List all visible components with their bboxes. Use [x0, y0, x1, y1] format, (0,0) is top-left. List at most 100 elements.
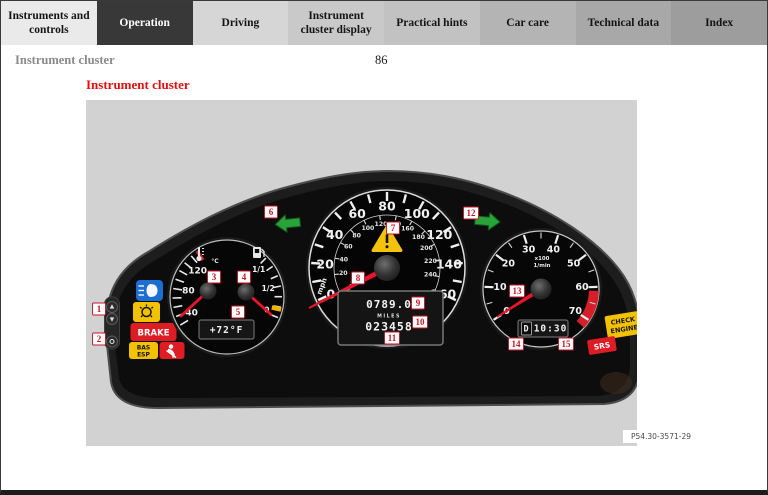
callout-12: 12 [464, 207, 479, 219]
svg-text:100: 100 [361, 225, 375, 232]
svg-text:40: 40 [339, 256, 348, 263]
callout-9: 9 [412, 297, 425, 309]
gear-indicator-value: D [523, 325, 529, 335]
callout-10: 10 [413, 316, 428, 328]
svg-text:12: 12 [467, 208, 477, 218]
page-title: Instrument cluster [86, 77, 190, 93]
svg-text:11: 11 [388, 333, 397, 343]
clock-gear-display: D 10:30 [518, 320, 568, 337]
svg-text:1: 1 [97, 304, 102, 314]
temp-fuel-gauge: 4080120 °C 01/21/1 +72 [167, 237, 287, 357]
svg-text:BRAKE: BRAKE [138, 329, 170, 339]
callout-2: 2 [93, 333, 106, 345]
callout-8: 8 [352, 272, 365, 284]
svg-text:180: 180 [412, 234, 426, 241]
tab-driving[interactable]: Driving [193, 1, 289, 45]
tab-instrument-cluster-display[interactable]: Instrument cluster display [288, 1, 384, 45]
callout-13: 13 [510, 285, 525, 297]
fuel-reserve-mark [272, 307, 281, 309]
tab-bar: Instruments and controls Operation Drivi… [1, 1, 767, 45]
svg-text:ESP: ESP [137, 352, 150, 359]
svg-text:40: 40 [547, 244, 561, 255]
svg-text:20: 20 [339, 270, 348, 277]
bas-esp-lamp: BAS ESP [129, 342, 158, 359]
tachometer: 010203040506070 x100 1/min D 10:30 [480, 228, 602, 350]
callout-5: 5 [232, 306, 245, 318]
svg-text:160: 160 [401, 226, 415, 233]
svg-text:120: 120 [426, 227, 452, 242]
callout-11: 11 [385, 332, 400, 344]
svg-text:7: 7 [391, 223, 396, 233]
cluster-svg: BRAKE BAS ESP 4080120 °C [86, 100, 637, 446]
seat-belt-lamp [160, 342, 185, 359]
tab-instruments-and-controls[interactable]: Instruments and controls [1, 1, 97, 45]
high-beam-icon [147, 284, 158, 297]
clock-set-button [107, 336, 118, 347]
svg-text:+72°F: +72°F [210, 325, 244, 336]
svg-text:30: 30 [522, 244, 536, 255]
callout-14: 14 [509, 338, 524, 350]
svg-text:220: 220 [424, 258, 438, 265]
svg-text:1/1: 1/1 [252, 265, 265, 274]
svg-text:120: 120 [188, 266, 207, 276]
svg-text:80: 80 [378, 199, 396, 214]
svg-text:80: 80 [352, 233, 361, 240]
svg-text:2: 2 [97, 334, 102, 344]
svg-text:15: 15 [562, 339, 572, 349]
callout-1: 1 [93, 303, 106, 315]
svg-text:60: 60 [348, 206, 366, 221]
svg-text:3: 3 [212, 272, 217, 282]
speedometer: 020406080100120140160 204060801001201401… [306, 187, 468, 349]
svg-text:9: 9 [416, 298, 421, 308]
cluster-adjust-button-up [107, 302, 118, 313]
housing-reflection [600, 372, 632, 394]
callout-7: 7 [387, 222, 400, 234]
trip-odometer-value: 0789.0 [366, 298, 412, 311]
instrument-cluster-figure: BRAKE BAS ESP 4080120 °C [86, 100, 637, 446]
clock-value: 10:30 [534, 324, 568, 335]
svg-text:20: 20 [316, 256, 334, 271]
callout-4: 4 [238, 271, 251, 283]
svg-text:20: 20 [502, 259, 516, 270]
outside-temp-display: +72°F [199, 320, 254, 339]
svg-text:200: 200 [420, 245, 434, 252]
svg-text:80: 80 [182, 287, 195, 297]
svg-text:4: 4 [242, 272, 247, 282]
svg-text:70: 70 [569, 306, 583, 317]
breadcrumb-section: Instrument cluster [15, 53, 115, 68]
total-odometer-value: 023458 [365, 320, 413, 334]
svg-text:40: 40 [326, 227, 344, 242]
temp-needle-hub [200, 283, 217, 300]
temp-unit-label: °C [211, 258, 219, 265]
svg-text:10: 10 [493, 282, 507, 293]
tab-practical-hints[interactable]: Practical hints [384, 1, 480, 45]
svg-text:14: 14 [512, 339, 522, 349]
svg-text:5: 5 [236, 307, 241, 317]
figure-code-label: P54.30-3571-29 [623, 430, 691, 443]
tach-multiplier-label: x100 [535, 256, 550, 262]
tab-car-care[interactable]: Car care [480, 1, 576, 45]
svg-text:10: 10 [416, 317, 426, 327]
tab-technical-data[interactable]: Technical data [576, 1, 672, 45]
svg-text:60: 60 [575, 282, 589, 293]
svg-text:6: 6 [269, 207, 274, 217]
callout-6: 6 [265, 206, 278, 218]
callout-3: 3 [208, 271, 221, 283]
svg-text:1/2: 1/2 [262, 284, 275, 293]
svg-text:8: 8 [356, 273, 361, 283]
tach-unit-label: 1/min [533, 263, 550, 269]
svg-text:BAS: BAS [137, 345, 151, 352]
fuel-needle-hub [238, 284, 255, 301]
tab-index[interactable]: Index [671, 1, 767, 45]
svg-text:60: 60 [344, 244, 353, 251]
lamp-failure-lamp [133, 302, 160, 322]
cluster-adjust-button-down [107, 314, 118, 325]
speedo-needle-hub [374, 255, 400, 281]
callout-15: 15 [559, 338, 574, 350]
tach-needle-hub [531, 279, 552, 300]
brake-lamp: BRAKE [131, 323, 177, 341]
svg-text:240: 240 [424, 272, 438, 279]
tab-operation-active[interactable]: Operation [97, 1, 193, 45]
svg-text:13: 13 [513, 286, 523, 296]
manual-page: Instruments and controls Operation Drivi… [0, 0, 768, 495]
